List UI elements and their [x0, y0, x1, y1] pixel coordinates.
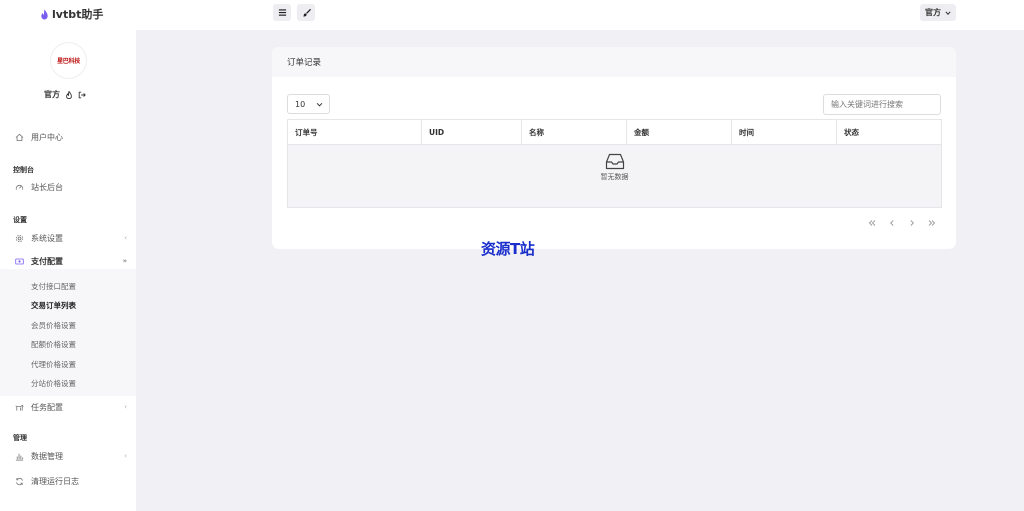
- double-chevron-left-icon: [868, 220, 876, 226]
- user-dropdown[interactable]: 官方: [920, 4, 956, 21]
- sidebar-item-system-settings[interactable]: 系统设置 ‹: [0, 229, 136, 247]
- refresh-icon: [14, 476, 24, 486]
- sidebar-item-task-config[interactable]: 任务配置 ‹: [0, 398, 136, 416]
- order-records-card: 订单记录 10 订单号 UID 名称 金额 时间 状态 暂无数据: [272, 47, 956, 249]
- chevron-down-icon: [945, 10, 951, 15]
- chevron-double-down-icon: »: [122, 257, 127, 265]
- avatar-logo-text: 星巴科技: [57, 58, 80, 65]
- sidebar: 星巴科技 官方 用户中心 控制台 站长后台 设置 系统设置 ‹ 支付配置 » 支…: [0, 30, 136, 511]
- flame-icon: [41, 9, 48, 19]
- sidebar-item-payment-config[interactable]: 支付配置 »: [0, 252, 136, 270]
- user-dropdown-label: 官方: [925, 8, 941, 17]
- chevron-down-icon: [316, 102, 323, 107]
- first-page-button[interactable]: [868, 218, 876, 228]
- hamburger-icon: [278, 9, 286, 16]
- sidebar-item-user-center[interactable]: 用户中心: [0, 128, 136, 146]
- orders-table: 订单号 UID 名称 金额 时间 状态 暂无数据: [287, 119, 942, 208]
- prev-page-button[interactable]: [888, 218, 896, 228]
- page-size-select[interactable]: 10: [287, 94, 330, 114]
- menu-toggle-button[interactable]: [273, 4, 291, 21]
- sidebar-item-label: 支付配置: [31, 256, 63, 266]
- card-title: 订单记录: [272, 47, 956, 77]
- gear-icon: [14, 233, 24, 243]
- submenu-item-payment-interface[interactable]: 支付接口配置: [31, 281, 76, 292]
- username: 官方: [44, 90, 60, 99]
- submenu-item-substation-price[interactable]: 分站价格设置: [31, 378, 76, 389]
- theme-button[interactable]: [297, 4, 315, 21]
- submenu-item-order-list[interactable]: 交易订单列表: [31, 300, 76, 311]
- home-icon: [14, 132, 24, 142]
- submenu-item-agent-price[interactable]: 代理价格设置: [31, 359, 76, 370]
- page-size-value: 10: [295, 99, 306, 109]
- section-title-manage: 管理: [13, 434, 27, 442]
- user-info: 官方: [44, 89, 86, 100]
- chevron-left-icon: [890, 220, 894, 226]
- sidebar-item-clear-log[interactable]: 清理运行日志: [0, 472, 136, 490]
- empty-state: 暂无数据: [288, 153, 941, 182]
- column-header-uid[interactable]: UID: [422, 120, 522, 145]
- brand-name: lvtbt助手: [52, 8, 104, 21]
- watermark: 资源T站: [481, 240, 535, 258]
- column-header-amount[interactable]: 金额: [627, 120, 732, 145]
- top-bar: lvtbt助手 官方: [0, 0, 1024, 30]
- chevron-left-icon: ‹: [124, 403, 127, 411]
- section-title-console: 控制台: [13, 166, 34, 174]
- payment-icon: [14, 256, 24, 266]
- table-body: 暂无数据: [288, 145, 941, 207]
- dashboard-icon: [14, 182, 24, 192]
- last-page-button[interactable]: [928, 218, 936, 228]
- bar-chart-icon: [14, 451, 24, 461]
- payment-submenu: 支付接口配置 交易订单列表 会员价格设置 配额价格设置 代理价格设置 分站价格设…: [0, 269, 136, 396]
- submenu-item-member-price[interactable]: 会员价格设置: [31, 320, 76, 331]
- sidebar-item-label: 任务配置: [31, 402, 63, 412]
- empty-text: 暂无数据: [600, 173, 629, 181]
- avatar[interactable]: 星巴科技: [51, 43, 86, 78]
- section-title-settings: 设置: [13, 216, 27, 224]
- sidebar-item-label: 系统设置: [31, 233, 63, 243]
- sidebar-item-label: 清理运行日志: [31, 476, 79, 486]
- chevron-left-icon: ‹: [124, 234, 127, 242]
- logout-icon[interactable]: [78, 91, 86, 99]
- double-chevron-right-icon: [928, 220, 936, 226]
- sidebar-item-label: 数据管理: [31, 451, 63, 461]
- column-header-name[interactable]: 名称: [522, 120, 627, 145]
- table-header: 订单号 UID 名称 金额 时间 状态: [288, 120, 941, 145]
- chevron-left-icon: ‹: [124, 452, 127, 460]
- column-header-status[interactable]: 状态: [837, 120, 941, 145]
- submenu-item-quota-price[interactable]: 配额价格设置: [31, 339, 76, 350]
- dog-icon: [14, 402, 24, 412]
- search-input[interactable]: [823, 94, 941, 115]
- fire-icon[interactable]: [65, 90, 73, 99]
- next-page-button[interactable]: [908, 218, 916, 228]
- pagination: [868, 218, 936, 228]
- sidebar-item-admin[interactable]: 站长后台: [0, 178, 136, 196]
- sidebar-item-label: 站长后台: [31, 182, 63, 192]
- sidebar-item-data-manage[interactable]: 数据管理 ‹: [0, 447, 136, 465]
- brush-icon: [302, 8, 311, 17]
- inbox-icon: [605, 153, 624, 170]
- brand-logo[interactable]: lvtbt助手: [40, 6, 103, 22]
- chevron-right-icon: [910, 220, 914, 226]
- column-header-order-no[interactable]: 订单号: [288, 120, 422, 145]
- sidebar-item-label: 用户中心: [31, 132, 63, 142]
- column-header-time[interactable]: 时间: [732, 120, 837, 145]
